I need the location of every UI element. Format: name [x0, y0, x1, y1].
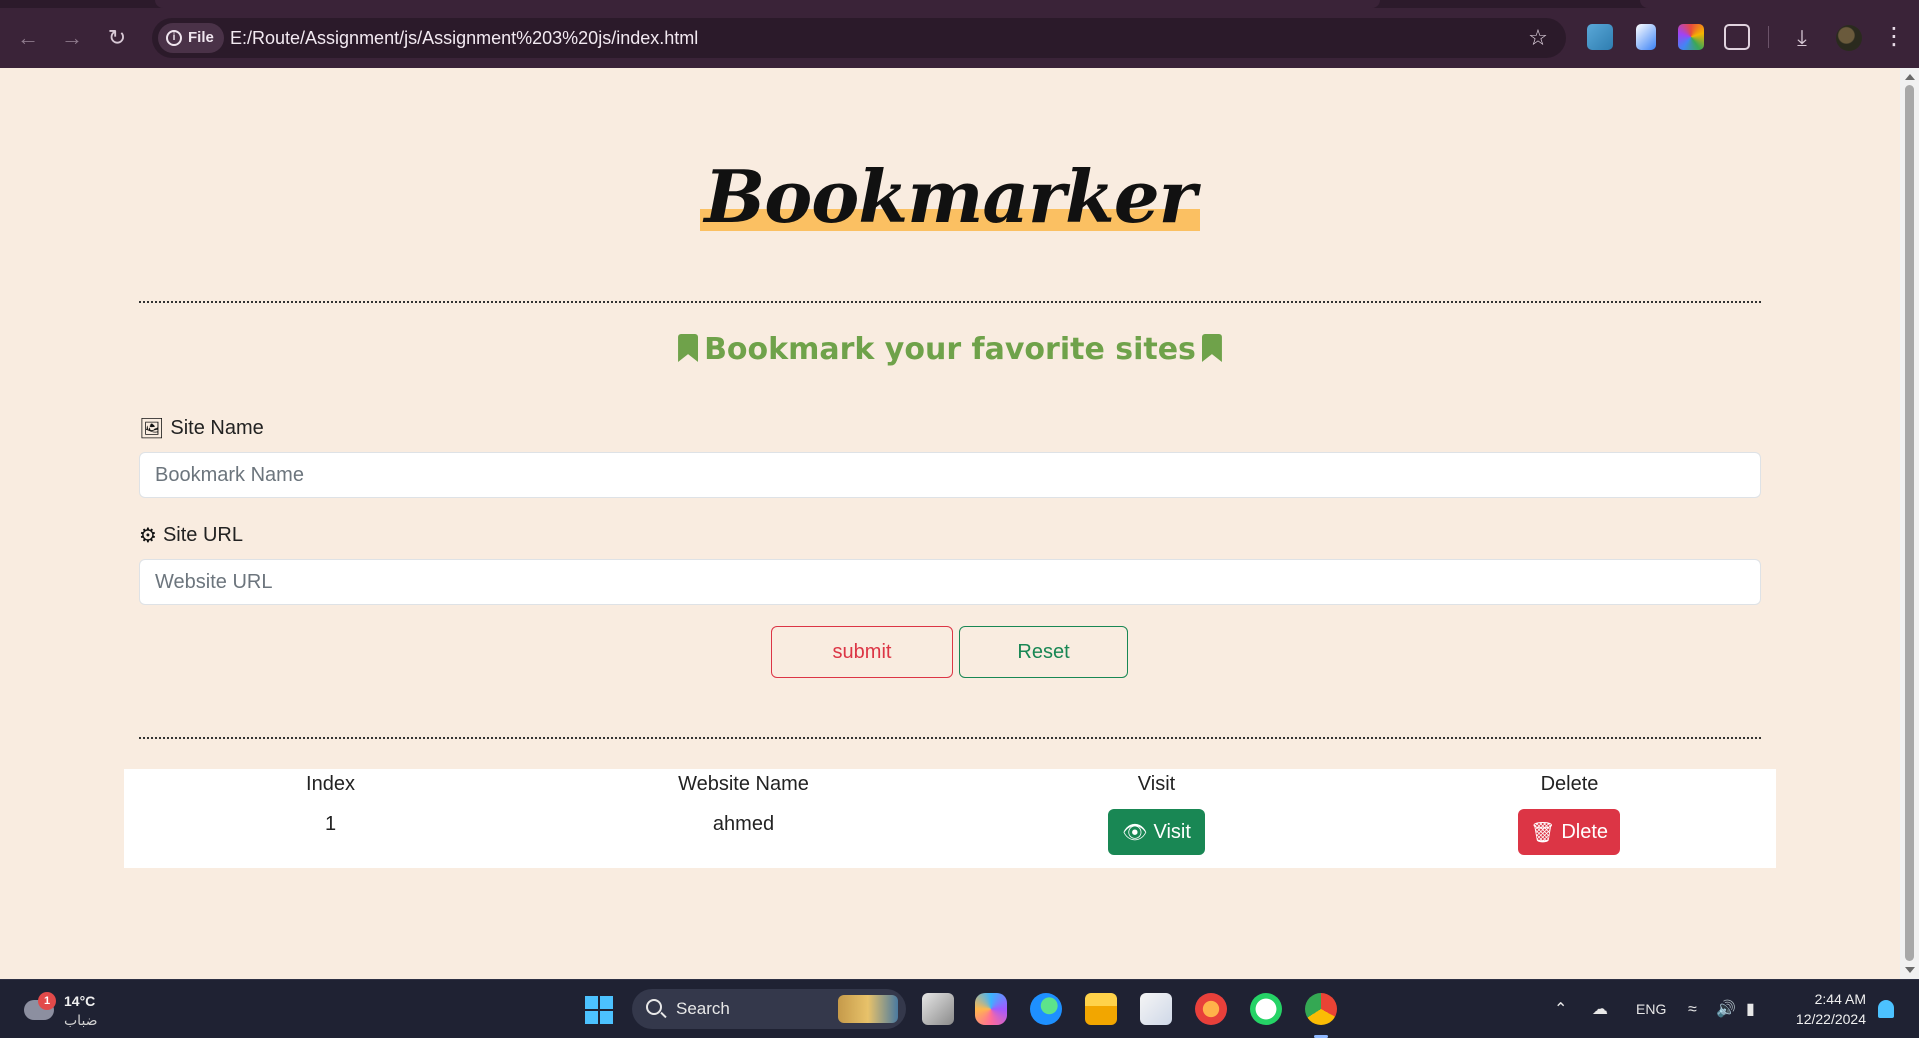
- active-tab[interactable]: [155, 0, 1380, 8]
- section-subtitle: Bookmark your favorite sites: [0, 332, 1900, 367]
- site-chip-label: File: [188, 29, 214, 46]
- browser-toolbar: ← → ↻ i File E:/Route/Assignment/js/Assi…: [0, 0, 1919, 68]
- column-header-delete: Delete: [1540, 773, 1599, 795]
- windows-taskbar: 1 14°C ضباب Search ⌃ ☁ ENG ≈ 🔊 ▮ 2:44 AM…: [0, 979, 1919, 1038]
- visit-button[interactable]: 👁 Visit: [1108, 809, 1205, 855]
- scroll-down-icon[interactable]: [1905, 967, 1915, 973]
- page-title: Bookmarker: [700, 154, 1200, 239]
- file-explorer-icon[interactable]: [1085, 993, 1117, 1025]
- scrollbar-thumb[interactable]: [1905, 85, 1914, 961]
- row-index-cell: 1: [324, 813, 337, 835]
- tab-strip: [0, 0, 1919, 8]
- whatsapp-icon[interactable]: [1250, 993, 1282, 1025]
- temperature: 14°C: [64, 993, 96, 1009]
- page-viewport: Bookmarker Bookmark your favorite sites …: [0, 68, 1900, 979]
- bottom-divider: [139, 737, 1761, 739]
- trash-icon: 🗑: [1529, 821, 1556, 844]
- language-indicator[interactable]: ENG: [1636, 980, 1666, 1038]
- battery-icon[interactable]: ▮: [1746, 980, 1755, 1038]
- extension-image-icon[interactable]: [1587, 24, 1613, 50]
- url-text[interactable]: E:/Route/Assignment/js/Assignment%203%20…: [230, 18, 698, 58]
- site-url-input[interactable]: [139, 559, 1761, 605]
- profile-avatar[interactable]: [1836, 25, 1862, 51]
- bookmark-icon: [678, 334, 699, 362]
- header: Bookmarker: [0, 154, 1900, 239]
- clock-time: 2:44 AM: [1814, 991, 1866, 1007]
- back-icon[interactable]: ←: [14, 24, 42, 52]
- bookmark-icon: [1201, 334, 1222, 362]
- microsoft-store-icon[interactable]: [1140, 993, 1172, 1025]
- search-icon: [646, 999, 662, 1015]
- chrome-icon[interactable]: [1305, 993, 1337, 1025]
- weather-badge: 1: [38, 992, 56, 1010]
- download-icon[interactable]: ⤓: [1788, 24, 1816, 52]
- site-name-label: 🖼 Site Name: [139, 417, 264, 440]
- site-name-input[interactable]: [139, 452, 1761, 498]
- reset-button[interactable]: Reset: [959, 626, 1128, 678]
- wifi-icon[interactable]: ≈: [1688, 980, 1697, 1038]
- top-divider: [139, 301, 1761, 303]
- page-scrollbar[interactable]: [1900, 68, 1919, 979]
- tab-strip-right: [1640, 0, 1919, 8]
- volume-icon[interactable]: 🔊: [1716, 980, 1736, 1038]
- edge-browser-icon[interactable]: [1030, 993, 1062, 1025]
- gears-icon: ⚙: [139, 525, 157, 547]
- submit-button[interactable]: submit: [771, 626, 953, 678]
- browser-menu-icon[interactable]: ⋮: [1882, 24, 1906, 52]
- extension-colorful-icon[interactable]: [1678, 24, 1704, 50]
- column-header-index: Index: [306, 773, 355, 795]
- extensions-puzzle-icon[interactable]: [1724, 24, 1750, 50]
- forward-icon[interactable]: →: [58, 24, 86, 52]
- start-windows-icon[interactable]: [585, 996, 613, 1024]
- clock-date: 12/22/2024: [1795, 1011, 1866, 1027]
- task-view-icon[interactable]: [922, 993, 954, 1025]
- onedrive-cloud-icon[interactable]: ☁: [1592, 980, 1608, 1038]
- column-header-website-name: Website Name: [678, 773, 809, 795]
- firefox-icon[interactable]: [1195, 993, 1227, 1025]
- row-name-cell: ahmed: [712, 813, 775, 835]
- scroll-up-icon[interactable]: [1905, 74, 1915, 80]
- tray-overflow-chevron-icon[interactable]: ⌃: [1554, 980, 1567, 1038]
- reload-icon[interactable]: ↻: [103, 24, 131, 52]
- search-label: Search: [676, 999, 730, 1018]
- column-header-visit: Visit: [1137, 773, 1176, 795]
- system-clock[interactable]: 2:44 AM 12/22/2024: [1786, 989, 1866, 1029]
- info-icon: i: [166, 30, 182, 46]
- delete-button[interactable]: 🗑 Dlete: [1518, 809, 1620, 855]
- bookmark-star-icon[interactable]: ☆: [1526, 26, 1550, 50]
- taskbar-search[interactable]: Search: [632, 989, 906, 1029]
- toolbar-separator: [1768, 26, 1769, 48]
- extension-doc-icon[interactable]: [1636, 24, 1656, 50]
- copilot-icon[interactable]: [975, 993, 1007, 1025]
- eye-icon: 👁: [1122, 821, 1148, 844]
- site-info-chip[interactable]: i File: [158, 23, 224, 53]
- search-highlight-image: [838, 995, 898, 1023]
- address-bar[interactable]: i File E:/Route/Assignment/js/Assignment…: [152, 18, 1566, 58]
- weather-widget[interactable]: 1 14°C ضباب: [22, 988, 142, 1032]
- image-icon: 🖼: [139, 418, 165, 440]
- weather-condition: ضباب: [64, 1012, 98, 1028]
- site-url-label: ⚙ Site URL: [139, 524, 243, 547]
- bookmarks-table: Index Website Name Visit Delete 1 ahmed …: [124, 769, 1776, 868]
- notification-bell-icon[interactable]: [1878, 1000, 1894, 1018]
